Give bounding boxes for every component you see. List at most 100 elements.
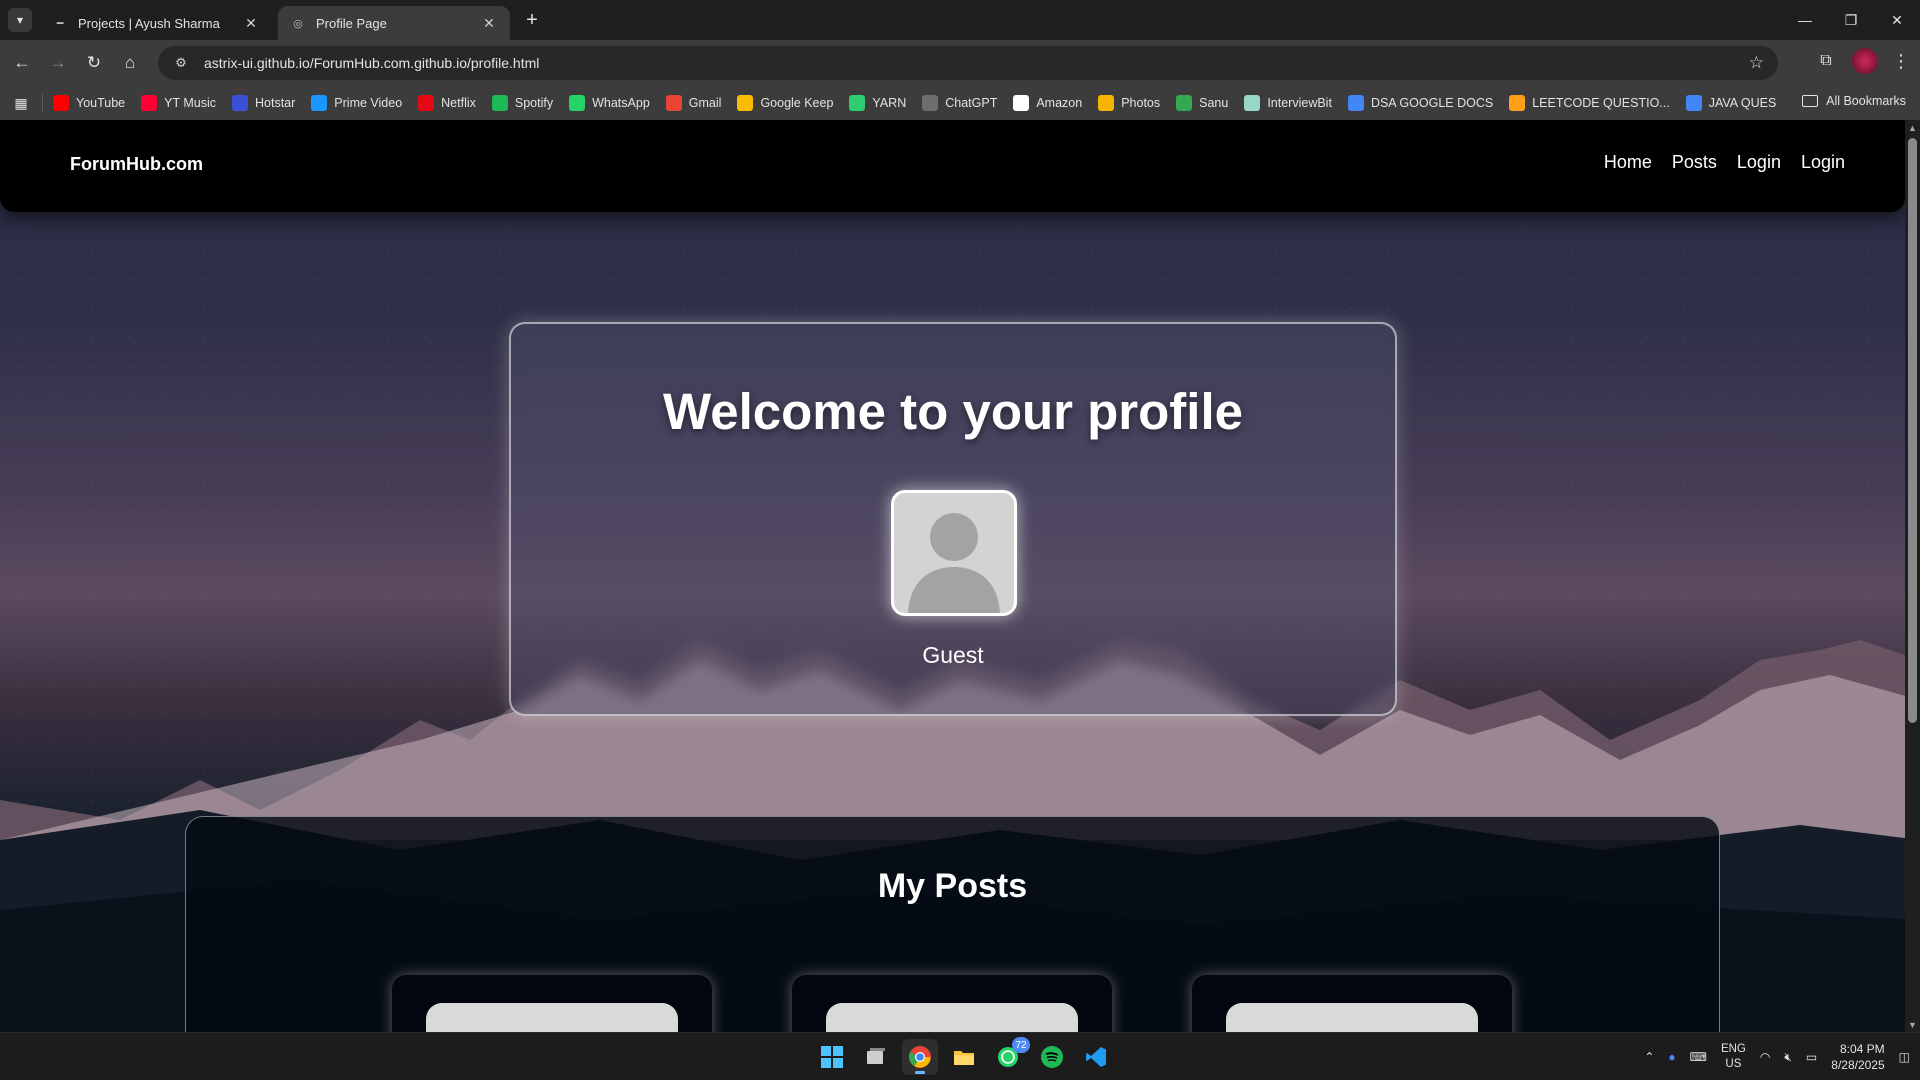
back-icon[interactable]: ← <box>10 51 34 75</box>
apps-grid-icon[interactable]: ▦ <box>10 92 32 114</box>
docs-icon <box>1347 95 1364 111</box>
user-avatar-icon <box>891 490 1017 616</box>
bookmark-label: Amazon <box>1036 96 1083 110</box>
bookmark-label: Prime Video <box>334 96 403 110</box>
new-tab-icon[interactable]: + <box>520 8 544 32</box>
tab-projects[interactable]: ━ Projects | Ayush Sharma ✕ <box>40 6 272 40</box>
nav-posts-link[interactable]: Posts <box>1672 152 1717 173</box>
bookmark-label: ChatGPT <box>945 96 998 110</box>
vscode-icon[interactable] <box>1078 1039 1114 1075</box>
file-explorer-icon[interactable] <box>946 1039 982 1075</box>
bookmark-chatgpt[interactable]: ChatGPT <box>922 95 997 111</box>
nav-home-link[interactable]: Home <box>1604 152 1652 173</box>
bookmark-hotstar[interactable]: Hotstar <box>232 95 295 111</box>
tab-title: Projects | Ayush Sharma <box>78 15 220 31</box>
bookmark-dsa-google-docs[interactable]: DSA GOOGLE DOCS <box>1347 95 1493 111</box>
bookmark-label: Netflix <box>441 96 476 110</box>
bookmark-netflix[interactable]: Netflix <box>418 95 476 111</box>
windows-taskbar: 72 ⌃ ● ⌨ ENG US ◠ 🔇︎ ▭ 8:04 PM 8/28/2025 <box>0 1032 1920 1080</box>
bookmark-yt-music[interactable]: YT Music <box>141 95 216 111</box>
bookmark-whatsapp[interactable]: WhatsApp <box>569 95 650 111</box>
lang-code: ENG <box>1720 1043 1746 1055</box>
bookmark-label: LEETCODE QUESTIO... <box>1532 96 1670 110</box>
spotify-taskbar-icon[interactable] <box>1034 1039 1070 1075</box>
bookmark-label: Google Keep <box>760 96 834 110</box>
start-icon[interactable] <box>814 1039 850 1075</box>
forward-icon[interactable]: → <box>46 51 70 75</box>
whatsapp-taskbar-icon[interactable]: 72 <box>990 1037 1030 1075</box>
task-view-icon[interactable] <box>858 1039 894 1075</box>
scrollbar-thumb[interactable] <box>1908 138 1917 723</box>
minimize-icon[interactable]: — <box>1782 0 1828 40</box>
keyboard-icon[interactable]: ⌨ <box>1690 1050 1707 1064</box>
close-tab-icon[interactable]: ✕ <box>480 14 498 32</box>
bookmark-label: YARN <box>872 96 907 110</box>
all-bookmarks[interactable]: All Bookmarks <box>1802 94 1906 108</box>
bookmark-sanu[interactable]: Sanu <box>1176 95 1228 111</box>
home-icon[interactable]: ⌂ <box>118 51 142 75</box>
volume-muted-icon[interactable]: 🔇︎ <box>1784 1050 1792 1065</box>
bookmark-prime-video[interactable]: Prime Video <box>311 95 402 111</box>
youtube-icon <box>53 95 69 111</box>
page-scrollbar[interactable]: ▲ ▼ <box>1905 120 1920 1032</box>
bookmark-spotify[interactable]: Spotify <box>491 95 553 111</box>
amazon-icon <box>1013 95 1030 111</box>
bookmark-label: YT Music <box>164 96 216 110</box>
close-window-icon[interactable]: ✕ <box>1874 0 1920 40</box>
post-card[interactable] <box>1192 975 1512 1032</box>
bookmark-label: Hotstar <box>255 96 296 110</box>
window-controls: — ❐ ✕ <box>1782 0 1920 40</box>
tab-title: Profile Page <box>316 15 387 31</box>
onedrive-icon[interactable]: ● <box>1668 1050 1675 1064</box>
extensions-icon[interactable]: ⧉ <box>1814 49 1838 73</box>
post-card[interactable] <box>392 975 712 1032</box>
bookmark-google-keep[interactable]: Google Keep <box>737 95 833 111</box>
nav-login-link[interactable]: Login <box>1737 152 1781 173</box>
language-indicator[interactable]: ENG US <box>1721 1042 1746 1072</box>
bookmark-star-icon[interactable]: ☆ <box>1749 53 1764 73</box>
prime-video-icon <box>311 95 328 111</box>
system-tray: ⌃ ● ⌨ ENG US ◠ 🔇︎ ▭ 8:04 PM 8/28/2025 ◫ <box>1644 1033 1910 1080</box>
bookmark-label: WhatsApp <box>592 96 650 110</box>
bookmark-gmail[interactable]: Gmail <box>665 95 722 111</box>
bookmark-photos[interactable]: Photos <box>1098 95 1160 111</box>
drive-icon <box>1176 95 1193 111</box>
docs-icon <box>1685 95 1702 111</box>
chrome-icon[interactable] <box>902 1039 938 1075</box>
whatsapp-badge: 72 <box>1012 1037 1030 1053</box>
gmail-icon <box>665 95 682 111</box>
site-brand[interactable]: ForumHub.com <box>70 154 203 175</box>
bookmark-leetcode-questio[interactable]: LEETCODE QUESTIO... <box>1509 95 1670 111</box>
site-info-icon[interactable]: ⚙ <box>172 54 190 72</box>
reload-icon[interactable]: ↻ <box>82 51 106 75</box>
menu-dots-icon[interactable]: ⋮ <box>1892 51 1910 72</box>
leetcode-icon <box>1509 95 1526 111</box>
profile-avatar-icon[interactable] <box>1852 48 1878 74</box>
clock[interactable]: 8:04 PM 8/28/2025 <box>1831 1041 1884 1073</box>
post-card[interactable] <box>792 975 1112 1032</box>
bookmark-java-ques[interactable]: JAVA QUES <box>1685 95 1776 111</box>
google-keep-icon <box>737 95 754 111</box>
scroll-up-icon[interactable]: ▲ <box>1905 120 1920 135</box>
nav-login-link-2[interactable]: Login <box>1801 152 1845 173</box>
scroll-down-icon[interactable]: ▼ <box>1905 1017 1920 1032</box>
bookmark-yarn[interactable]: YARN <box>849 95 906 111</box>
bookmark-label: Gmail <box>688 96 722 110</box>
post-thumbnail <box>826 1003 1078 1032</box>
spotify-icon <box>491 95 508 111</box>
battery-icon[interactable]: ▭ <box>1806 1050 1817 1064</box>
close-tab-icon[interactable]: ✕ <box>242 14 260 32</box>
photos-icon <box>1098 95 1115 111</box>
restore-icon[interactable]: ❐ <box>1828 0 1874 40</box>
wifi-icon[interactable]: ◠ <box>1760 1050 1770 1064</box>
notifications-icon[interactable]: ◫ <box>1899 1050 1910 1064</box>
bookmark-interviewbit[interactable]: InterviewBit <box>1244 95 1332 111</box>
chevron-up-icon[interactable]: ⌃ <box>1644 1050 1654 1064</box>
bookmark-youtube[interactable]: YouTube <box>53 95 125 111</box>
toolbar-right: ⧉ ⋮ <box>1814 48 1910 74</box>
tab-profile-page[interactable]: ◎ Profile Page ✕ <box>278 6 510 40</box>
address-bar[interactable]: ⚙ astrix-ui.github.io/ForumHub.com.githu… <box>158 46 1778 80</box>
tab-search-icon[interactable]: ▾ <box>8 8 32 32</box>
bookmark-amazon[interactable]: Amazon <box>1013 95 1082 111</box>
post-thumbnail <box>426 1003 678 1032</box>
